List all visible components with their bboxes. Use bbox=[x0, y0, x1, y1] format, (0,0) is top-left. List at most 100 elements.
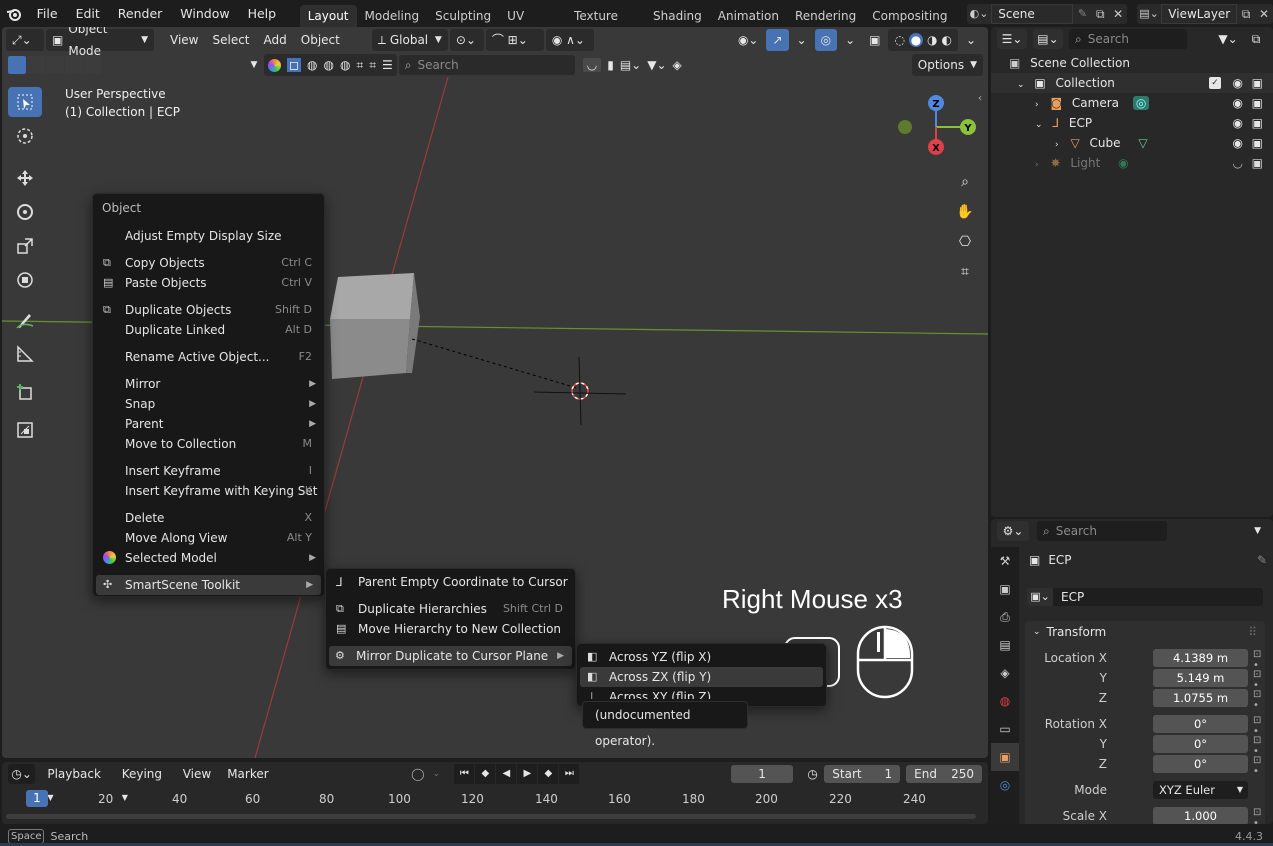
menu-item-mirror[interactable]: Mirror ▶ bbox=[93, 374, 324, 394]
camera-render-icon[interactable]: ▣ bbox=[1252, 153, 1263, 173]
menu-item-smartscene-toolkit[interactable]: ✣ SmartScene Toolkit ▶ bbox=[96, 575, 321, 595]
location-x-field[interactable]: 4.1389 m bbox=[1153, 649, 1248, 667]
tab-texture-paint[interactable]: Texture Paint bbox=[566, 5, 645, 45]
location-y-field[interactable]: 5.149 m bbox=[1153, 669, 1248, 687]
select-subtract-icon[interactable] bbox=[46, 56, 64, 74]
menu-item-selected-model[interactable]: Selected Model ▶ bbox=[93, 548, 324, 568]
sidebar-toggle-icon[interactable]: ‹ bbox=[978, 93, 982, 104]
object-type-icon[interactable]: ▣⌄ bbox=[1027, 588, 1053, 606]
chevron-right-icon[interactable]: › bbox=[1035, 160, 1039, 170]
move-tool-icon[interactable] bbox=[8, 163, 42, 193]
lock-icon[interactable]: ⊡ • bbox=[1253, 755, 1265, 777]
current-frame-field[interactable]: 1 bbox=[731, 765, 793, 783]
menu-item-mirror-duplicate[interactable]: ⚙ Mirror Duplicate to Cursor Plane ▶ bbox=[329, 646, 572, 666]
constraint-tab-icon[interactable]: ◎ bbox=[991, 771, 1019, 799]
menu-item-adjust-empty[interactable]: Adjust Empty Display Size bbox=[93, 226, 324, 246]
menu-keying[interactable]: Keying ▼ bbox=[114, 763, 173, 802]
pan-hand-icon[interactable]: ✋ bbox=[952, 199, 978, 225]
frame-ruler[interactable]: 1 20 40 60 80 100 120 140 160 180 200 22… bbox=[2, 788, 988, 810]
tab-layout[interactable]: Layout bbox=[299, 4, 357, 27]
outliner-row-light[interactable]: › ✸ Light ◉ ◡ ▣ bbox=[991, 153, 1273, 173]
camera-view-icon[interactable]: ⎔ bbox=[952, 229, 978, 255]
lock-icon[interactable]: ⊡ • bbox=[1253, 689, 1265, 711]
cube-filter-icon[interactable]: ◻ bbox=[287, 58, 301, 72]
drag-handle-icon[interactable]: ⠿ bbox=[1248, 625, 1257, 639]
delete-viewlayer-icon[interactable]: ✕ bbox=[1255, 3, 1273, 24]
rotation-mode-dropdown[interactable]: XYZ Euler ▼ bbox=[1153, 781, 1248, 799]
select-extend-icon[interactable] bbox=[27, 56, 45, 74]
menu-edit[interactable]: Edit bbox=[67, 0, 109, 27]
checkbox-icon[interactable]: ✓ bbox=[1209, 77, 1221, 89]
grid-view-icon[interactable]: ⌗ bbox=[952, 259, 978, 285]
editor-type-icon[interactable]: ⤢⌄ bbox=[6, 29, 44, 51]
editor-type-icon[interactable]: ◷⌄ bbox=[8, 764, 36, 784]
curve-icon[interactable]: ◡ bbox=[582, 58, 602, 72]
outliner-search[interactable]: ⌕ Search bbox=[1069, 29, 1187, 49]
rendered-shading-icon[interactable]: ◐ bbox=[941, 29, 951, 51]
chevron-right-icon[interactable]: › bbox=[1055, 140, 1059, 150]
viewlayer-name-field[interactable]: ViewLayer bbox=[1161, 3, 1238, 24]
new-collection-icon[interactable]: ⧉ bbox=[1245, 32, 1267, 47]
properties-search[interactable]: ⌕ Search bbox=[1037, 521, 1167, 541]
camera-render-icon[interactable]: ▣ bbox=[1252, 133, 1263, 153]
gizmo-dropdown-icon[interactable]: ⌄ bbox=[791, 29, 813, 51]
scale-x-field[interactable]: 1.000 bbox=[1153, 807, 1248, 824]
viewlayer-selector-icon[interactable]: ▤⌄ bbox=[1136, 3, 1162, 24]
eye-icon[interactable]: ◉ bbox=[1233, 113, 1243, 133]
record-options-icon[interactable]: ⌄ bbox=[430, 769, 442, 779]
shading-modes[interactable]: ◌ ● ◑ ◐ bbox=[888, 29, 958, 51]
select-new-icon[interactable] bbox=[8, 56, 26, 74]
zoom-icon[interactable]: ⌕ bbox=[952, 169, 978, 195]
menu-item-insert-keyframe-keying-set[interactable]: Insert Keyframe with Keying Set K bbox=[93, 481, 324, 501]
select-mode-buttons[interactable] bbox=[8, 56, 102, 74]
material-shading-icon[interactable]: ◑ bbox=[927, 29, 937, 51]
editor-type-icon[interactable]: ⚙⌄ bbox=[997, 521, 1029, 541]
menu-item-move-to-collection[interactable]: Move to Collection M bbox=[93, 434, 324, 454]
editor-type-icon[interactable]: ☰⌄ bbox=[997, 29, 1027, 49]
visibility-icon[interactable]: ◉⌄ bbox=[732, 29, 765, 51]
play-reverse-icon[interactable]: ◀ bbox=[496, 764, 517, 784]
object-tab-icon[interactable]: ▣ bbox=[991, 743, 1019, 771]
rotation-x-field[interactable]: 0° bbox=[1153, 715, 1248, 733]
menu-marker[interactable]: Marker bbox=[221, 763, 274, 785]
output-tab-icon[interactable]: ⎙ bbox=[991, 603, 1019, 631]
menu-item-snap[interactable]: Snap ▶ bbox=[93, 394, 324, 414]
camera-render-icon[interactable]: ▣ bbox=[1252, 73, 1263, 93]
eye-icon[interactable]: ◉ bbox=[1233, 73, 1243, 93]
rotation-y-field[interactable]: 0° bbox=[1153, 735, 1248, 753]
scale-tool-icon[interactable] bbox=[8, 231, 42, 261]
overlay-toggle-icon[interactable]: ◎ bbox=[814, 29, 838, 51]
select-box-tool-icon[interactable] bbox=[8, 87, 42, 117]
next-keyframe-icon[interactable]: ◆ bbox=[538, 764, 559, 784]
snap-icon[interactable]: ⌒ ⊞⌄ bbox=[485, 29, 544, 51]
proportional-edit-icon[interactable]: ◉ ∧⌄ bbox=[545, 29, 594, 51]
rotate-tool-icon[interactable] bbox=[8, 197, 42, 227]
world-tab-icon[interactable]: ◍ bbox=[991, 687, 1019, 715]
cursor-tool-icon[interactable] bbox=[8, 121, 42, 151]
outliner-row-ecp[interactable]: ⌄ ⅃ ECP ◉ ▣ bbox=[991, 113, 1273, 133]
navigation-gizmo[interactable]: Z Y X bbox=[892, 89, 984, 169]
eye-icon[interactable]: ◉ bbox=[1233, 133, 1243, 153]
end-frame-field[interactable]: End 250 bbox=[906, 765, 982, 783]
scene-selector-icon[interactable]: ◐⌄ bbox=[966, 3, 992, 24]
stopwatch-icon[interactable]: ◷ bbox=[805, 767, 820, 781]
collapse-chevron-icon[interactable]: ▼ bbox=[246, 60, 262, 70]
rotation-z-field[interactable]: 0° bbox=[1153, 755, 1248, 773]
menu-item-rename[interactable]: Rename Active Object... F2 bbox=[93, 347, 324, 367]
eye-closed-icon[interactable]: ◡ bbox=[1233, 153, 1243, 173]
menu-help[interactable]: Help bbox=[239, 0, 286, 27]
playhead[interactable]: 1 bbox=[26, 790, 48, 807]
menu-add[interactable]: Add bbox=[258, 29, 293, 51]
curve-filter-icon[interactable]: ⌗ bbox=[369, 58, 376, 73]
menu-item-across-zx[interactable]: ◧ Across ZX (flip Y) bbox=[580, 667, 823, 687]
menu-item-insert-keyframe[interactable]: Insert Keyframe I bbox=[93, 461, 324, 481]
camera-render-icon[interactable]: ▣ bbox=[1252, 113, 1263, 133]
shield-icon[interactable]: ◈ bbox=[673, 58, 682, 72]
new-scene-icon[interactable]: ⧉ bbox=[1091, 3, 1110, 24]
jump-start-icon[interactable]: ⏮ bbox=[454, 764, 475, 784]
view-layer-tab-icon[interactable]: ▤ bbox=[991, 631, 1019, 659]
sphere-filter-icon[interactable]: ◍ bbox=[307, 58, 317, 72]
menu-item-across-yz[interactable]: ◧ Across YZ (flip X) bbox=[577, 647, 826, 667]
filter-icon[interactable]: ▼⌄ bbox=[647, 58, 666, 72]
start-frame-field[interactable]: Start 1 bbox=[824, 765, 901, 783]
